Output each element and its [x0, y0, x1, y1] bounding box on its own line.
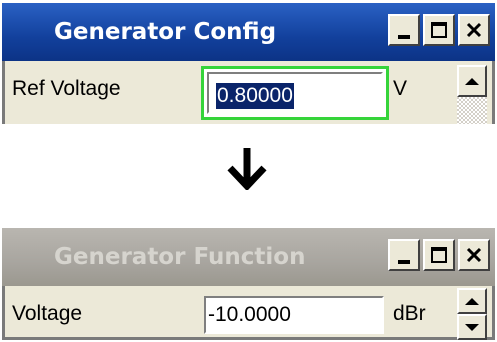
down-arrow-icon — [227, 148, 267, 190]
window-content: Voltage -10.0000 dBr — [2, 286, 495, 340]
maximize-icon — [431, 22, 447, 38]
ref-voltage-label: Ref Voltage — [12, 77, 121, 100]
minimize-button[interactable] — [388, 14, 420, 46]
maximize-icon — [431, 247, 447, 263]
spin-down-button[interactable] — [457, 314, 487, 340]
window-title: Generator Function — [54, 244, 306, 270]
voltage-label: Voltage — [12, 302, 83, 325]
window-content: Ref Voltage 0.80000 V — [2, 61, 495, 124]
close-button[interactable] — [458, 239, 490, 271]
maximize-button[interactable] — [423, 14, 455, 46]
scrollbar-track[interactable] — [457, 97, 487, 124]
voltage-value: -10.0000 — [208, 303, 291, 326]
window-title: Generator Config — [54, 19, 277, 45]
ref-voltage-input[interactable]: 0.80000 — [201, 66, 389, 120]
input-frame: 0.80000 — [207, 72, 383, 114]
unit-label: V — [393, 77, 408, 100]
scroll-up-button[interactable] — [457, 65, 487, 97]
close-icon — [466, 247, 482, 263]
minimize-button[interactable] — [388, 239, 420, 271]
spin-up-button[interactable] — [457, 288, 487, 314]
close-icon — [466, 22, 482, 38]
generator-function-window: Generator Function Voltage -10.0000 dBr — [2, 228, 495, 340]
title-bar[interactable]: Generator Config — [2, 3, 495, 61]
minimize-icon — [398, 35, 410, 39]
title-bar[interactable]: Generator Function — [2, 228, 495, 286]
unit-label: dBr — [393, 302, 426, 325]
voltage-input[interactable]: -10.0000 — [204, 296, 384, 334]
generator-config-window: Generator Config Ref Voltage 0.80000 V — [2, 3, 495, 124]
minimize-icon — [398, 260, 410, 264]
close-button[interactable] — [458, 14, 490, 46]
arrow-up-icon — [465, 297, 479, 305]
arrow-down-icon — [465, 323, 479, 331]
arrow-up-icon — [465, 77, 479, 85]
maximize-button[interactable] — [423, 239, 455, 271]
selected-value[interactable]: 0.80000 — [216, 83, 294, 109]
